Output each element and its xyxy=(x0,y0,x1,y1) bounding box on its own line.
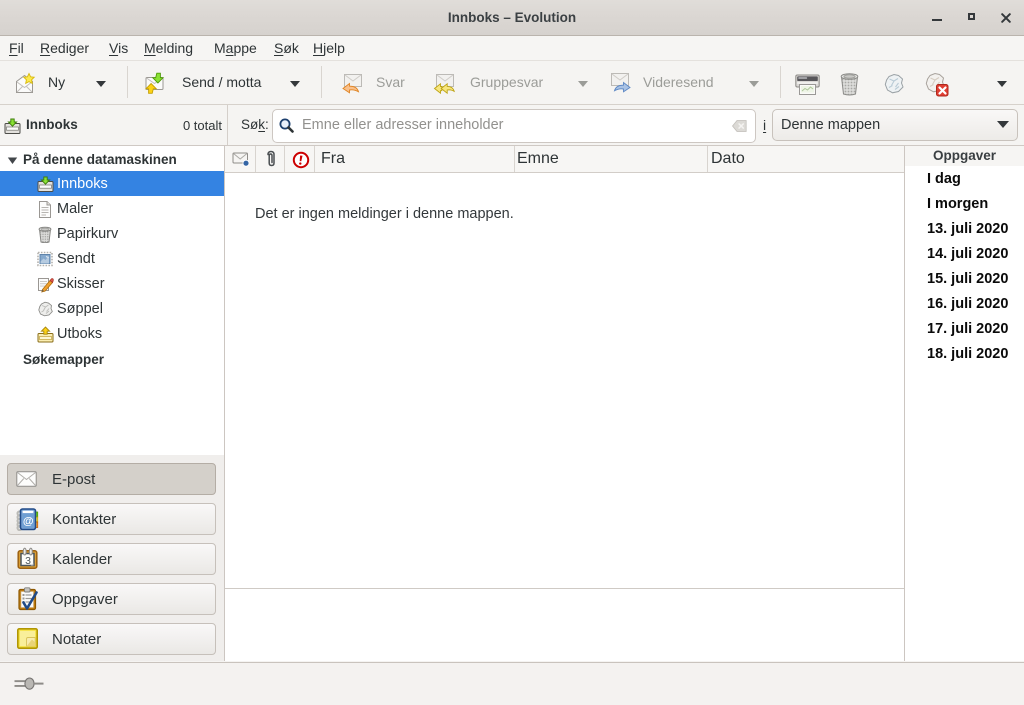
svg-text:3: 3 xyxy=(25,555,31,567)
svg-text:@: @ xyxy=(23,516,34,528)
